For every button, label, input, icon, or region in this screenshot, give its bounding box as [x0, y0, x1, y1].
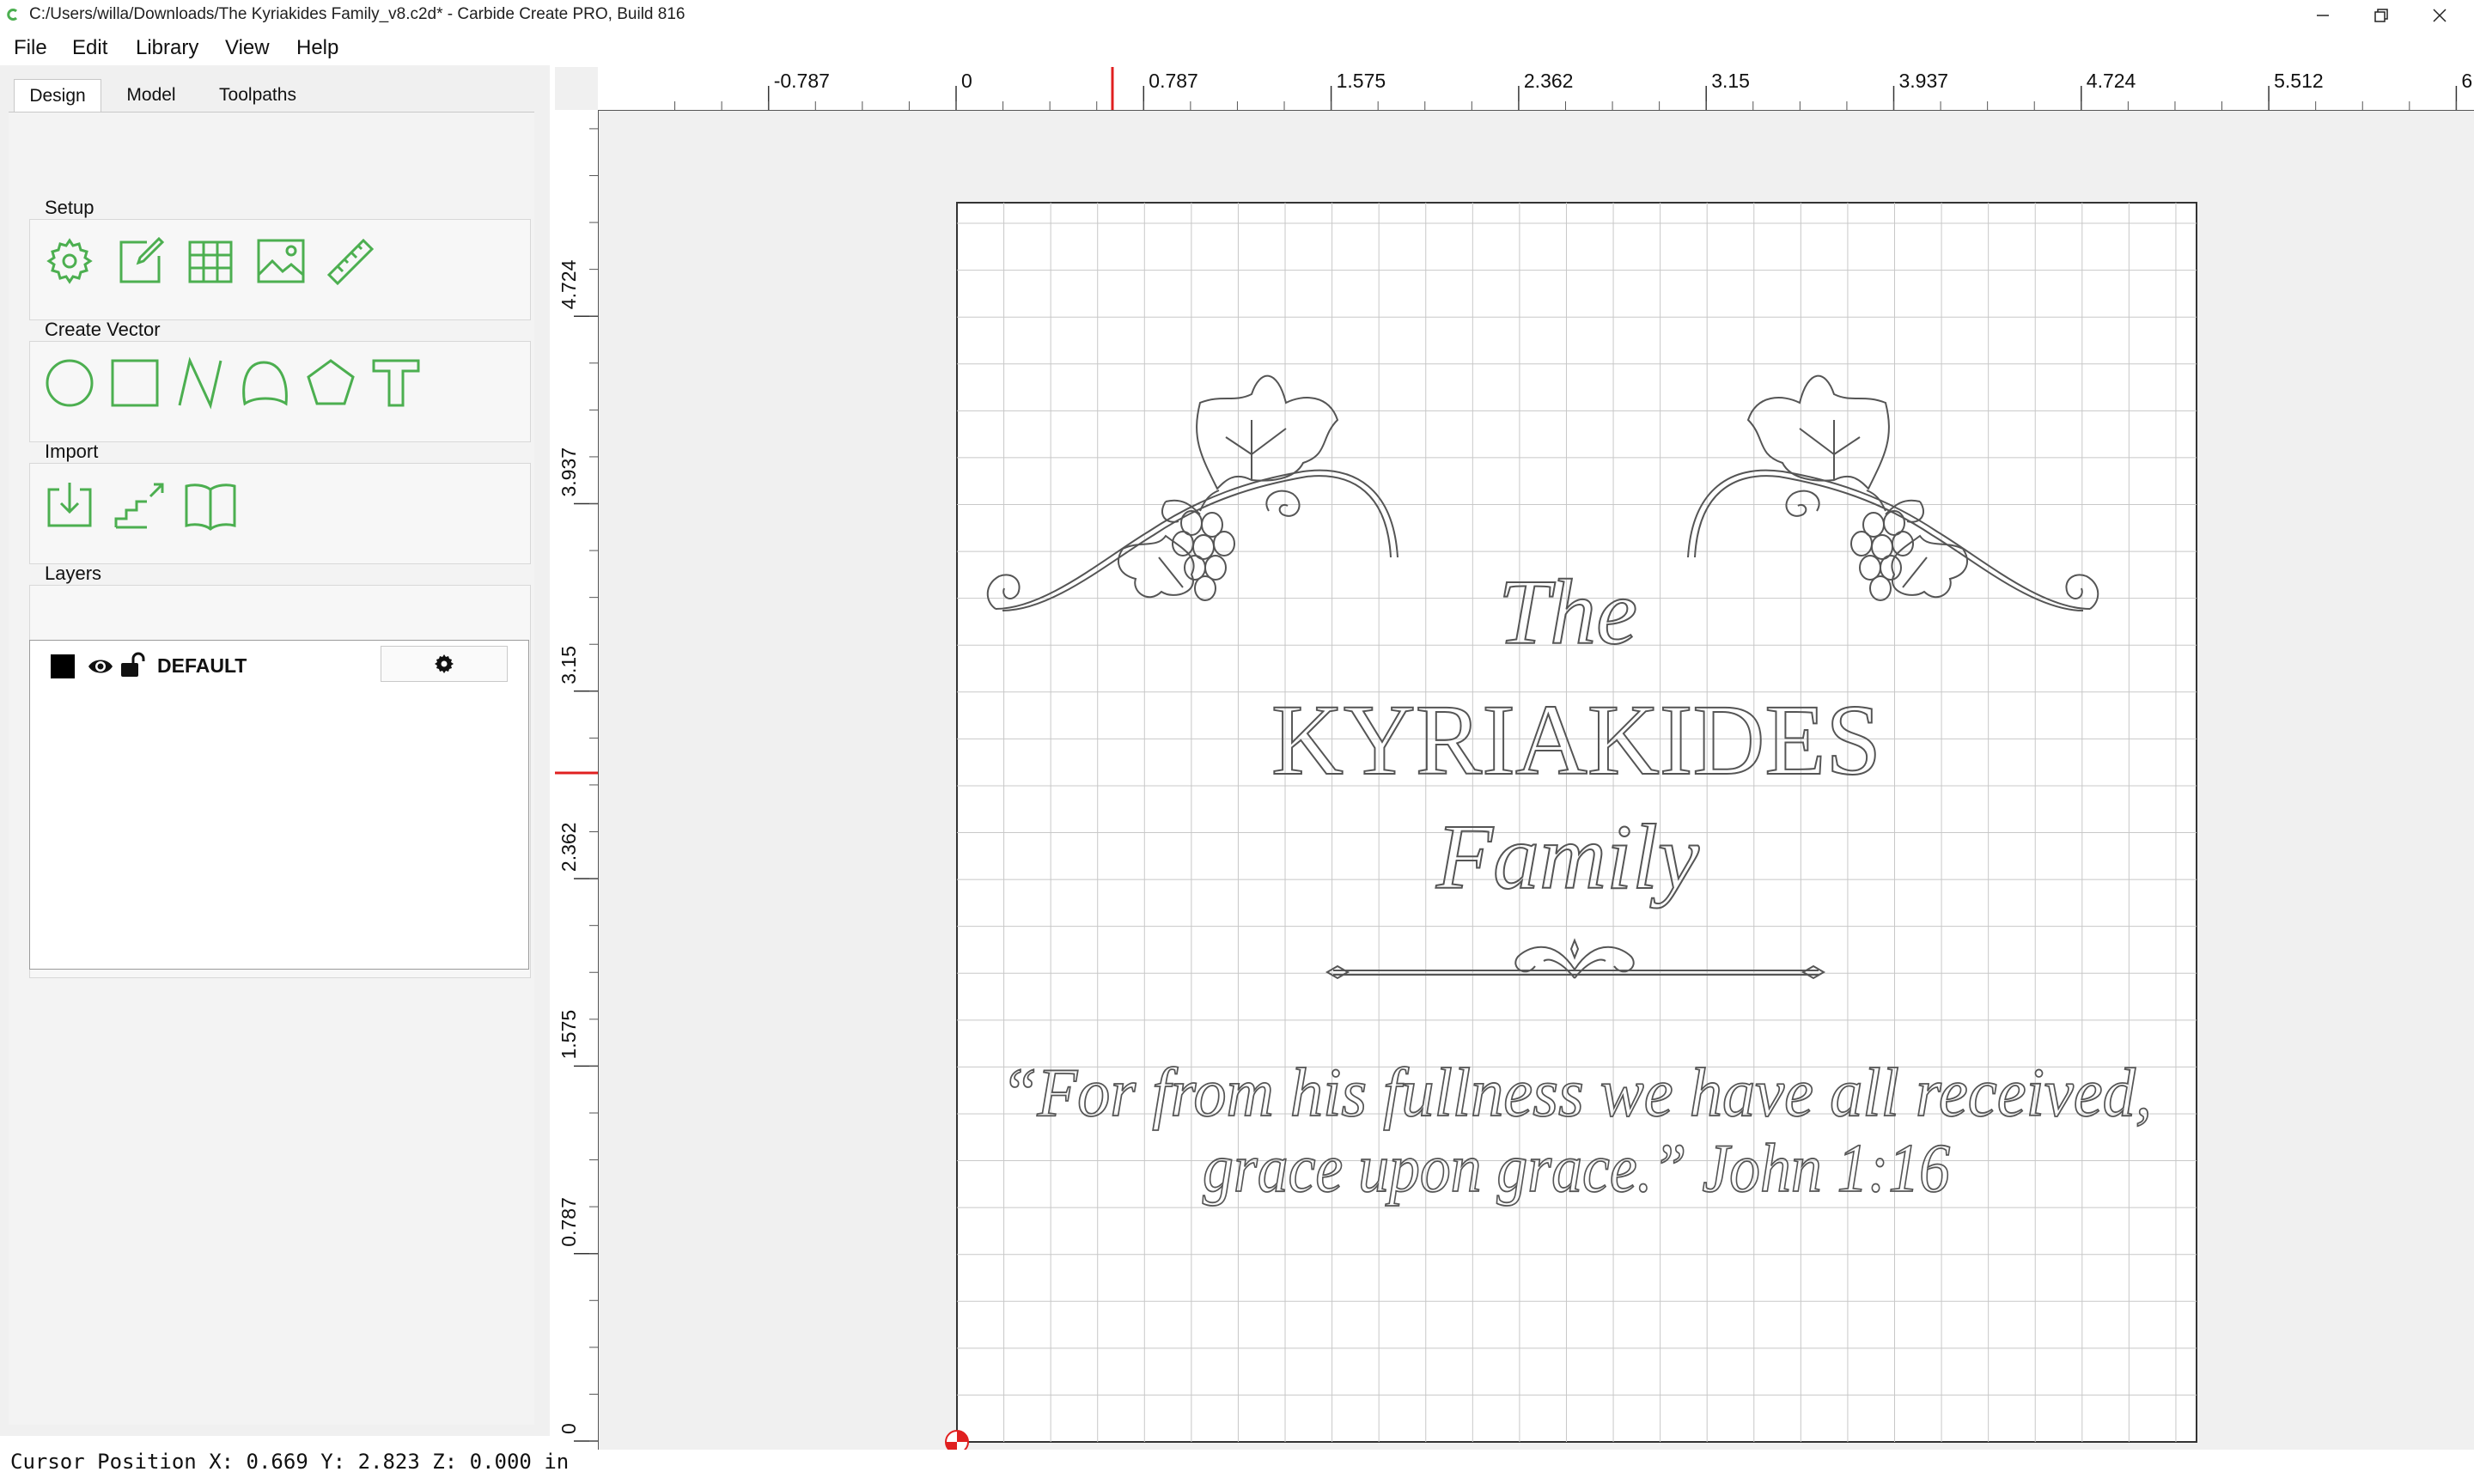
design-text-family[interactable]: Family: [1435, 806, 1700, 909]
h-ruler-label: 3.15: [1711, 70, 1750, 92]
menu-view[interactable]: View: [225, 36, 270, 60]
setup-label: Setup: [45, 197, 94, 218]
polyline-icon: [178, 356, 222, 410]
import-vectors-button[interactable]: [42, 477, 97, 532]
horizontal-ruler: -0.787 0 0.787 1.575 2.362 3.15 3.937 4.724 5.51…: [598, 67, 2474, 111]
minimize-button[interactable]: [2295, 0, 2350, 31]
edit-job-icon: [119, 236, 165, 283]
h-ruler-label: 1.575: [1337, 70, 1386, 92]
circle-tool-button[interactable]: [42, 356, 97, 411]
import-icon: [47, 483, 92, 527]
v-ruler-label: 3.15: [558, 646, 580, 684]
v-ruler-label: 0: [558, 1423, 580, 1434]
h-ruler-label: 0: [961, 70, 972, 92]
v-ruler-label: 2.362: [558, 823, 580, 873]
design-text-the[interactable]: The: [1497, 561, 1638, 665]
h-ruler-label: 6.299: [2461, 70, 2474, 92]
tab-toolpaths[interactable]: Toolpaths: [203, 79, 313, 112]
design-quote-line1[interactable]: “For from his fullness we have all recei…: [1000, 1055, 2153, 1132]
work-area: -0.787 0 0.787 1.575 2.362 3.15 3.937 4.724 5.51…: [555, 67, 2474, 1450]
measure-button[interactable]: [324, 234, 379, 289]
cursor-position-readout: Cursor Position X: 0.669 Y: 2.823 Z: 0.0…: [10, 1450, 570, 1474]
create-vector-group: [29, 341, 531, 442]
ruler-corner: [555, 67, 599, 111]
restore-button[interactable]: [2354, 0, 2409, 31]
h-ruler-label: -0.787: [774, 70, 830, 92]
vertical-ruler: 4.724 3.937 3.15 2.362 1.575 0.787 0: [555, 110, 599, 1450]
menu-file[interactable]: File: [14, 36, 47, 60]
h-ruler-label: 2.362: [1524, 70, 1574, 92]
title-bar: C:/Users/willa/Downloads/The Kyriakides …: [0, 0, 2474, 31]
layers-label: Layers: [45, 563, 102, 584]
gear-icon: [435, 654, 454, 673]
h-ruler-label: 0.787: [1149, 70, 1198, 92]
layer-settings-button[interactable]: [381, 646, 508, 682]
eye-icon[interactable]: [87, 653, 114, 680]
carbide-create-logo-icon: [7, 9, 18, 21]
library-book-icon: [185, 484, 236, 531]
background-image-button[interactable]: [253, 234, 308, 289]
polyline-tool-button[interactable]: [173, 356, 228, 411]
rectangle-icon: [111, 359, 159, 407]
import-label: Import: [45, 441, 99, 462]
setup-group: [29, 219, 531, 320]
tab-content: Setup Create Vector Import Layers DEFAUL…: [9, 112, 534, 1425]
import-group: [29, 463, 531, 564]
ruler-icon: [326, 238, 375, 286]
menu-library[interactable]: Library: [136, 36, 198, 60]
unlock-icon[interactable]: [119, 651, 145, 678]
import-stl-icon: [114, 483, 164, 529]
h-ruler-label: 3.937: [1899, 70, 1949, 92]
job-setup-button[interactable]: [42, 234, 97, 289]
menu-edit[interactable]: Edit: [72, 36, 107, 60]
h-ruler-label: 4.724: [2087, 70, 2136, 92]
grid-icon: [188, 240, 233, 283]
window-title: C:/Users/willa/Downloads/The Kyriakides …: [29, 5, 686, 23]
restore-icon: [2374, 9, 2388, 22]
layer-name[interactable]: DEFAULT: [157, 654, 247, 678]
origin-marker-icon: [945, 1430, 969, 1450]
design-panel: Design Model Toolpaths Setup Create Vect…: [0, 65, 550, 1436]
grid-button[interactable]: [183, 234, 238, 289]
text-icon: [372, 359, 420, 407]
close-icon: [2433, 9, 2447, 22]
curve-icon: [242, 361, 288, 406]
circle-icon: [46, 359, 94, 407]
h-ruler-label: 5.512: [2274, 70, 2324, 92]
layer-row[interactable]: DEFAULT: [30, 646, 528, 684]
layers-list: DEFAULT: [29, 640, 529, 970]
layer-color-swatch[interactable]: [51, 654, 75, 678]
status-bar: Cursor Position X: 0.669 Y: 2.823 Z: 0.0…: [0, 1448, 773, 1482]
edit-job-button[interactable]: [113, 234, 168, 289]
design-text-surname[interactable]: KYRIAKIDES: [1271, 683, 1882, 797]
create-vector-label: Create Vector: [45, 319, 161, 340]
design-canvas[interactable]: The KYRIAKIDES Family “For from his full…: [599, 111, 2474, 1450]
text-tool-button[interactable]: [369, 356, 424, 411]
library-button[interactable]: [183, 477, 238, 532]
menu-help[interactable]: Help: [296, 36, 338, 60]
design-quote-line2[interactable]: grace upon grace.” John 1:16: [1202, 1130, 1951, 1207]
import-stl-button[interactable]: [113, 477, 168, 532]
close-button[interactable]: [2412, 0, 2467, 31]
curve-tool-button[interactable]: [238, 356, 293, 411]
minimize-icon: [2317, 15, 2329, 16]
polygon-icon: [307, 359, 355, 405]
v-ruler-label: 1.575: [558, 1010, 580, 1060]
tab-model[interactable]: Model: [107, 79, 196, 112]
v-ruler-label: 3.937: [558, 447, 580, 497]
tab-design[interactable]: Design: [14, 79, 101, 113]
menu-bar: File Edit Library View Help: [0, 31, 550, 65]
gear-icon: [46, 238, 93, 284]
polygon-tool-button[interactable]: [303, 356, 358, 411]
v-ruler-label: 0.787: [558, 1197, 580, 1247]
rectangle-tool-button[interactable]: [107, 356, 162, 411]
image-icon: [257, 239, 305, 283]
v-ruler-label: 4.724: [558, 259, 580, 309]
